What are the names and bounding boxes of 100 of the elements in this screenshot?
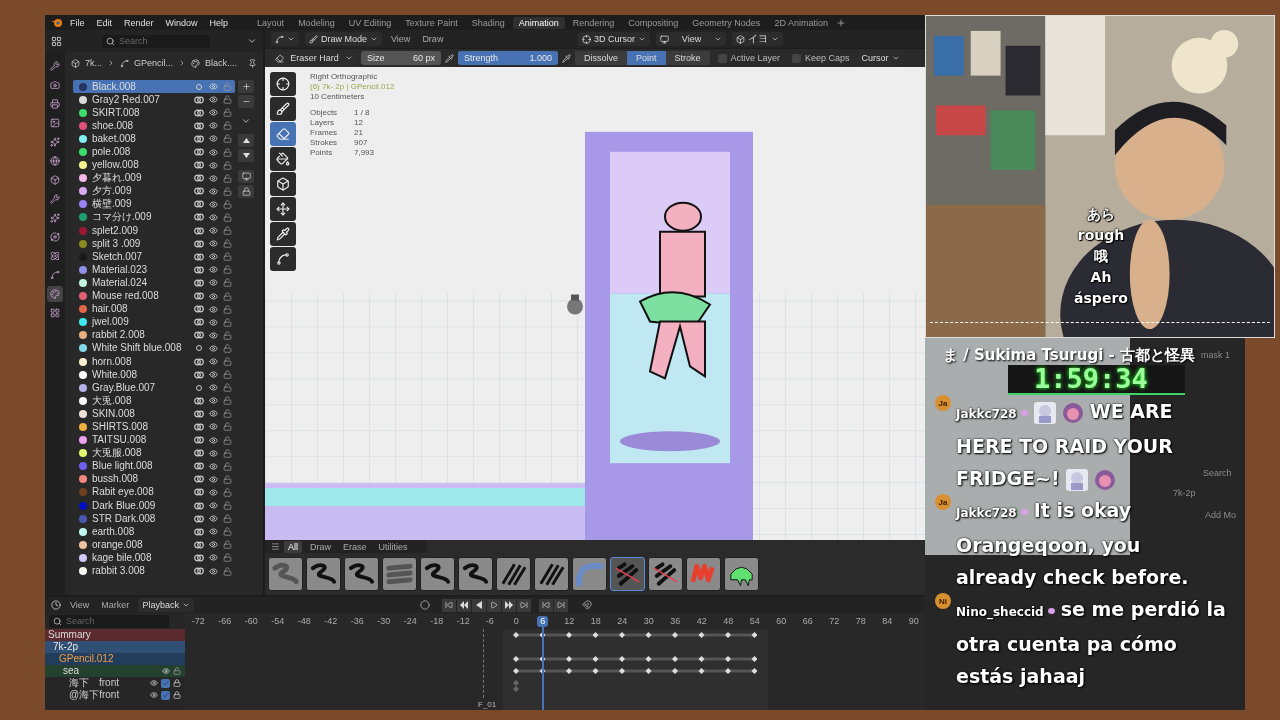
jump-end-button[interactable]: [516, 598, 531, 612]
menu-item[interactable]: Window: [160, 17, 203, 28]
eye-icon[interactable]: [209, 186, 218, 196]
menu-icon[interactable]: [271, 542, 280, 551]
eye-icon[interactable]: [209, 501, 218, 511]
eye-icon[interactable]: [209, 527, 218, 537]
eye-icon[interactable]: [209, 317, 218, 327]
lock-icon[interactable]: [173, 679, 181, 687]
material-row[interactable]: 夕方.009: [73, 184, 235, 198]
checkbox[interactable]: [792, 53, 802, 63]
material-row[interactable]: コマ分け.009: [73, 210, 235, 225]
chevron-icon[interactable]: [241, 116, 251, 126]
eye-icon[interactable]: [209, 357, 218, 366]
material-row[interactable]: baket.008: [73, 132, 235, 146]
eye-icon[interactable]: [209, 239, 218, 249]
material-row[interactable]: hair.008: [73, 302, 235, 316]
eye-icon[interactable]: [209, 330, 218, 340]
properties-tab[interactable]: [47, 58, 63, 74]
material-row[interactable]: TAITSU.008: [73, 433, 235, 447]
material-row[interactable]: rabbit 3.008: [73, 564, 235, 578]
breadcrumb-item[interactable]: GPencil...: [134, 58, 174, 68]
properties-tab[interactable]: [47, 286, 63, 302]
channel-row[interactable]: 7k-2p: [45, 641, 185, 653]
material-row[interactable]: 横壁.009: [73, 197, 235, 211]
magnet-icon[interactable]: [581, 600, 592, 610]
unlock-icon[interactable]: [223, 213, 232, 222]
record-icon[interactable]: [419, 600, 430, 610]
unlock-icon[interactable]: [223, 514, 232, 524]
next-frame-button[interactable]: [553, 598, 568, 612]
workspace-tab[interactable]: 2D Animation: [768, 16, 834, 29]
unlock-icon[interactable]: [173, 667, 181, 675]
checkbox[interactable]: [161, 690, 170, 700]
pressure-icon[interactable]: [445, 53, 454, 63]
unlock-icon[interactable]: [223, 461, 232, 471]
unlock-icon[interactable]: [223, 553, 232, 563]
brush-thumbnail[interactable]: [344, 557, 379, 591]
pin-icon[interactable]: [248, 58, 257, 68]
properties-tab[interactable]: [47, 210, 63, 226]
workspace-tab[interactable]: Modeling: [292, 16, 341, 29]
move-down-button[interactable]: [238, 149, 254, 162]
eye-icon[interactable]: [209, 487, 218, 497]
eye-icon[interactable]: [209, 291, 218, 301]
unlock-icon[interactable]: [223, 422, 232, 432]
menu-item[interactable]: Edit: [91, 17, 118, 28]
eye-icon[interactable]: [209, 474, 218, 484]
tool-button[interactable]: [270, 197, 296, 221]
material-row[interactable]: Rabit eye.008: [73, 485, 235, 499]
editor-type-icon[interactable]: [51, 35, 62, 47]
brush-thumbnail[interactable]: [724, 557, 759, 591]
eye-icon[interactable]: [209, 396, 218, 406]
tool-button[interactable]: [270, 72, 296, 96]
eye-icon[interactable]: [209, 226, 218, 236]
unlock-icon[interactable]: [223, 239, 232, 249]
properties-tab[interactable]: [47, 229, 63, 245]
unlock-icon[interactable]: [223, 487, 232, 497]
material-row[interactable]: bussh.008: [73, 472, 235, 486]
eye-icon[interactable]: [209, 566, 218, 576]
shelf-tab[interactable]: Utilities: [374, 540, 412, 553]
material-row[interactable]: yellow.008: [73, 158, 235, 172]
move-up-button[interactable]: [238, 134, 254, 147]
unlock-icon[interactable]: [223, 186, 232, 196]
material-row[interactable]: 大兎服.008: [73, 446, 235, 460]
pressure-icon[interactable]: [562, 53, 571, 63]
eye-icon[interactable]: [209, 461, 218, 471]
workspace-tab[interactable]: Texture Paint: [399, 16, 464, 29]
unlock-icon[interactable]: [223, 330, 232, 340]
eye-icon[interactable]: [209, 435, 218, 445]
previous-frame-button[interactable]: [538, 598, 553, 612]
brush-thumbnail[interactable]: [496, 557, 531, 591]
tool-button[interactable]: [270, 147, 296, 171]
eye-icon[interactable]: [209, 134, 218, 144]
unlock-icon[interactable]: [223, 108, 232, 118]
material-row[interactable]: Gray.Blue.007: [73, 381, 235, 395]
display-button[interactable]: [238, 170, 254, 183]
material-row[interactable]: split 3 .009: [73, 237, 235, 251]
jump-start-button[interactable]: [441, 598, 456, 612]
menu-item[interactable]: Marker: [98, 600, 133, 610]
material-row[interactable]: Material.024: [73, 276, 235, 290]
eye-icon[interactable]: [150, 691, 158, 699]
strength-slider[interactable]: Strength 1.000: [458, 51, 558, 65]
material-row[interactable]: Blue light.008: [73, 459, 235, 473]
unlock-icon[interactable]: [223, 199, 232, 209]
eye-icon[interactable]: [209, 252, 218, 262]
material-row[interactable]: splet2.009: [73, 224, 235, 238]
eye-icon[interactable]: [162, 667, 170, 675]
previous-key-button[interactable]: [456, 598, 471, 612]
breadcrumb-item[interactable]: Black....: [205, 58, 238, 68]
unlock-icon[interactable]: [223, 265, 232, 275]
material-row[interactable]: kage bile.008: [73, 551, 235, 565]
eye-icon[interactable]: [209, 383, 218, 393]
editor-dropdown[interactable]: [271, 32, 299, 46]
brush-thumbnail[interactable]: [534, 557, 569, 591]
channel-row[interactable]: sea: [45, 665, 185, 677]
lock-button[interactable]: [238, 185, 254, 198]
add-icon[interactable]: [835, 17, 846, 28]
remove-button[interactable]: [238, 95, 254, 108]
unlock-icon[interactable]: [223, 317, 232, 327]
material-row[interactable]: 夕暮れ.009: [73, 171, 235, 185]
eye-icon[interactable]: [150, 679, 158, 687]
brush-thumbnail[interactable]: [458, 557, 493, 591]
